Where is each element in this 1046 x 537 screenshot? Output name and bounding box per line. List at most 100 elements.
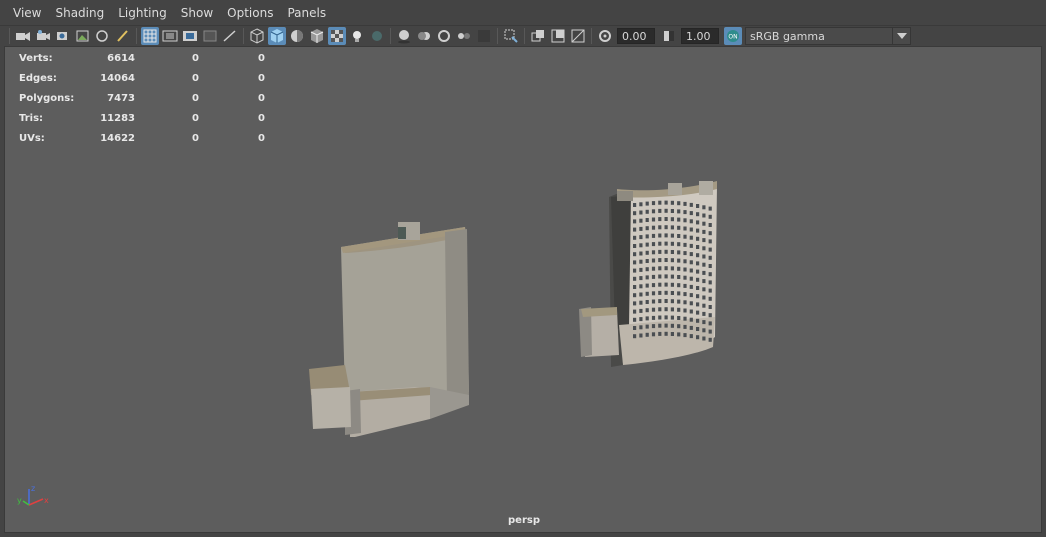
resolution-gate-icon[interactable] [181, 27, 199, 45]
window-pane [633, 317, 637, 322]
xray-active-components-icon[interactable] [529, 27, 547, 45]
wireframe-icon[interactable] [248, 27, 266, 45]
window-pane [645, 291, 649, 296]
window-pane [658, 208, 662, 213]
window-pane [702, 205, 706, 210]
window-pane [670, 274, 674, 279]
window-pane [664, 200, 668, 205]
depth-of-field-icon[interactable] [455, 27, 473, 45]
window-pane [664, 323, 668, 328]
select-camera-icon[interactable] [14, 27, 32, 45]
bookmarks-icon[interactable] [54, 27, 72, 45]
shadows-icon[interactable] [368, 27, 386, 45]
hud-row-uvs: UVs: 14622 0 0 [19, 132, 265, 144]
building-right[interactable] [579, 181, 717, 367]
window-pane [645, 316, 649, 321]
field-chart-icon[interactable] [221, 27, 239, 45]
window-pane [708, 255, 712, 260]
grid-icon[interactable] [141, 27, 159, 45]
window-pane [677, 316, 681, 320]
window-pane [683, 283, 687, 288]
window-pane [683, 210, 687, 215]
window-pane [708, 247, 712, 252]
window-pane [702, 246, 706, 251]
window-pane [708, 239, 712, 244]
use-all-lights-icon[interactable] [348, 27, 366, 45]
window-pane [696, 236, 700, 241]
window-pane [633, 326, 637, 330]
menu-lighting[interactable]: Lighting [111, 0, 174, 26]
window-pane [670, 315, 674, 320]
window-pane [670, 291, 674, 295]
color-management-icon[interactable]: ON [724, 27, 742, 45]
window-pane [645, 218, 649, 222]
window-pane [658, 258, 662, 263]
window-pane [696, 269, 700, 274]
isolate-select-icon[interactable] [475, 27, 493, 45]
wireframe-on-shaded-icon[interactable] [308, 27, 326, 45]
window-pane [645, 234, 649, 239]
multisample-aa-icon[interactable] [435, 27, 453, 45]
exposure-icon[interactable] [596, 27, 614, 45]
2d-pan-zoom-icon[interactable] [94, 27, 112, 45]
motion-blur-icon[interactable] [415, 27, 433, 45]
window-pane [664, 217, 668, 221]
window-pane [645, 250, 649, 255]
window-pane [651, 283, 656, 288]
building-left[interactable] [309, 222, 469, 437]
window-pane [683, 316, 687, 321]
viewport-menubar: View Shading Lighting Show Options Panel… [0, 0, 1046, 26]
film-gate-icon[interactable] [161, 27, 179, 45]
menu-panels[interactable]: Panels [280, 0, 333, 26]
window-pane [651, 299, 656, 304]
window-pane [639, 292, 643, 297]
gamma-icon[interactable] [660, 27, 678, 45]
window-pane [639, 202, 643, 207]
window-pane [670, 225, 674, 230]
window-pane [702, 270, 706, 275]
window-pane [708, 296, 712, 301]
image-plane-icon[interactable] [74, 27, 92, 45]
menu-shading[interactable]: Shading [48, 0, 111, 26]
toolbar-separator [524, 28, 525, 44]
window-pane [677, 324, 681, 329]
window-pane [658, 233, 662, 238]
window-pane [677, 242, 681, 247]
3d-viewport[interactable]: . Verts: 6614 0 0 Edges: 14064 0 0 Polyg… [4, 46, 1042, 533]
view-transform-icon[interactable] [569, 27, 587, 45]
gamma-field[interactable]: 1.00 [681, 28, 719, 44]
window-pane [708, 280, 712, 285]
menu-options[interactable]: Options [220, 0, 280, 26]
window-pane [677, 283, 681, 288]
gate-mask-icon[interactable] [201, 27, 219, 45]
window-pane [633, 219, 637, 224]
grease-pencil-icon[interactable] [114, 27, 132, 45]
window-pane [658, 323, 662, 328]
window-pane [651, 250, 656, 255]
xray-joints-icon[interactable] [502, 27, 520, 45]
color-space-dropdown[interactable]: sRGB gamma [745, 27, 911, 45]
camera-attributes-icon[interactable] [34, 27, 52, 45]
toolbar-separator [243, 28, 244, 44]
screen-space-ao-icon[interactable] [395, 27, 413, 45]
window-pane [633, 203, 637, 207]
hud-icon[interactable] [549, 27, 567, 45]
use-default-material-icon[interactable] [288, 27, 306, 45]
menu-show[interactable]: Show [174, 0, 220, 26]
window-pane [664, 225, 668, 230]
window-pane [651, 332, 656, 337]
hud-row-tris: Tris: 11283 0 0 [19, 112, 265, 124]
window-pane [683, 242, 687, 247]
window-pane [639, 276, 643, 281]
smooth-shade-icon[interactable] [268, 27, 286, 45]
window-pane [633, 211, 637, 216]
window-pane [702, 328, 706, 333]
xray-icon[interactable] [328, 27, 346, 45]
exposure-field[interactable]: 0.00 [617, 28, 655, 44]
window-pane [677, 217, 681, 222]
window-pane [639, 226, 643, 231]
menu-view[interactable]: View [6, 0, 48, 26]
window-pane [639, 235, 643, 240]
window-pane [689, 219, 693, 224]
window-pane [639, 218, 643, 223]
